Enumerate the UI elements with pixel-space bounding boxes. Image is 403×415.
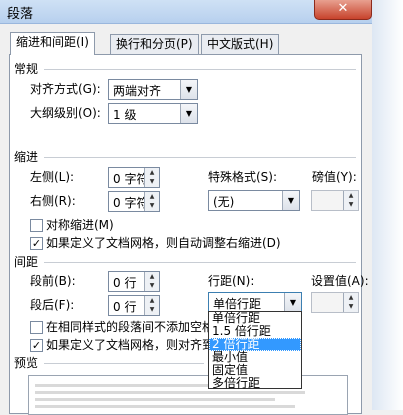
spacing-before-label: 段前(B): [30, 274, 76, 288]
spacing-after-value: 0 行 [113, 300, 137, 314]
mirror-indents-label: 对称缩进(M) [46, 218, 114, 232]
indent-right-label: 右侧(R): [30, 194, 76, 208]
special-indent-label: 特殊格式(S): [208, 170, 278, 184]
tab-indent-spacing[interactable]: 缩进和间距(I) [10, 32, 95, 55]
outline-level-select[interactable]: 1 级 ▼ [108, 103, 198, 124]
no-space-same-style-checkbox[interactable] [30, 321, 43, 334]
chevron-down-icon: ▼ [282, 191, 299, 210]
divider [44, 157, 356, 158]
no-space-same-style-label: 在相同样式的段落间不添加空格 [46, 320, 208, 334]
divider [44, 363, 204, 364]
spin-up-icon[interactable]: ▲ [145, 192, 159, 201]
indent-left-label: 左侧(L): [30, 170, 75, 184]
spin-up-icon[interactable]: ▲ [145, 168, 159, 177]
spin-down-icon[interactable]: ▼ [145, 305, 159, 314]
snap-to-grid-checkbox[interactable]: ✓ [30, 339, 43, 352]
indent-left-spinner[interactable]: 0 字符 ▲ ▼ [108, 167, 160, 188]
spacing-before-value: 0 行 [113, 276, 137, 290]
spin-down-icon[interactable]: ▼ [344, 302, 358, 311]
auto-adjust-right-indent-checkbox[interactable]: ✓ [30, 237, 43, 250]
outline-level-label: 大纲级别(O): [30, 106, 101, 120]
line-spacing-dropdown-list: 单倍行距 1.5 倍行距 2 倍行距 最小值 固定值 多倍行距 [208, 311, 302, 390]
indent-by-spinner[interactable]: ▲ ▼ [311, 190, 359, 211]
outline-level-value: 1 级 [113, 108, 137, 122]
chevron-down-icon: ▼ [180, 80, 197, 99]
spacing-after-label: 段后(F): [30, 298, 75, 312]
preview-text-line [35, 391, 305, 394]
tab-asian-typography[interactable]: 中文版式(H) [201, 34, 280, 54]
snap-to-grid-label: 如果定义了文档网格，则对齐到 [46, 338, 208, 352]
spin-up-icon[interactable]: ▲ [145, 272, 159, 281]
spin-up-icon[interactable]: ▲ [145, 296, 159, 305]
divider [44, 262, 356, 263]
background-edge [372, 0, 403, 410]
spin-down-icon[interactable]: ▼ [145, 201, 159, 210]
mirror-indents-checkbox[interactable] [30, 219, 43, 232]
spacing-after-spinner[interactable]: 0 行 ▲ ▼ [108, 295, 160, 316]
auto-adjust-right-indent-label: 如果定义了文档网格，则自动调整右缩进(D) [46, 236, 281, 250]
close-button[interactable]: ✕ [314, 0, 372, 20]
alignment-value: 两端对齐 [113, 84, 162, 98]
spin-down-icon[interactable]: ▼ [145, 281, 159, 290]
line-spacing-select[interactable]: 单倍行距 ▼ [208, 292, 302, 313]
window-title: 段落 [7, 7, 34, 22]
close-icon: ✕ [337, 1, 349, 16]
spin-up-icon[interactable]: ▲ [344, 191, 358, 200]
preview-text-line [35, 398, 275, 401]
chevron-down-icon: ▼ [284, 293, 301, 312]
checkmark-icon: ✓ [31, 237, 42, 250]
indent-right-spinner[interactable]: 0 字符 ▲ ▼ [108, 191, 160, 212]
alignment-label: 对齐方式(G): [30, 82, 101, 96]
divider [44, 69, 356, 70]
tab-line-page-breaks[interactable]: 换行和分页(P) [110, 34, 199, 54]
chevron-down-icon: ▼ [180, 104, 197, 123]
line-spacing-label: 行距(N): [208, 274, 255, 288]
section-indentation: 缩进 [14, 150, 39, 164]
spin-up-icon[interactable]: ▲ [344, 293, 358, 302]
section-general: 常规 [14, 62, 39, 76]
preview-text-line [35, 405, 295, 408]
section-spacing: 间距 [14, 255, 39, 269]
spacing-at-spinner[interactable]: ▲ ▼ [311, 292, 359, 313]
spacing-at-label: 设置值(A): [311, 274, 369, 288]
indent-by-label: 磅值(Y): [312, 170, 357, 184]
spin-down-icon[interactable]: ▼ [344, 200, 358, 209]
line-spacing-value: 单倍行距 [213, 297, 262, 311]
section-preview: 预览 [14, 356, 39, 370]
checkmark-icon: ✓ [31, 339, 42, 352]
spin-down-icon[interactable]: ▼ [145, 177, 159, 186]
alignment-select[interactable]: 两端对齐 ▼ [108, 79, 198, 100]
special-indent-value: (无) [213, 195, 235, 209]
spacing-before-spinner[interactable]: 0 行 ▲ ▼ [108, 271, 160, 292]
special-indent-select[interactable]: (无) ▼ [208, 190, 300, 211]
line-spacing-option-multiple[interactable]: 多倍行距 [209, 377, 301, 390]
